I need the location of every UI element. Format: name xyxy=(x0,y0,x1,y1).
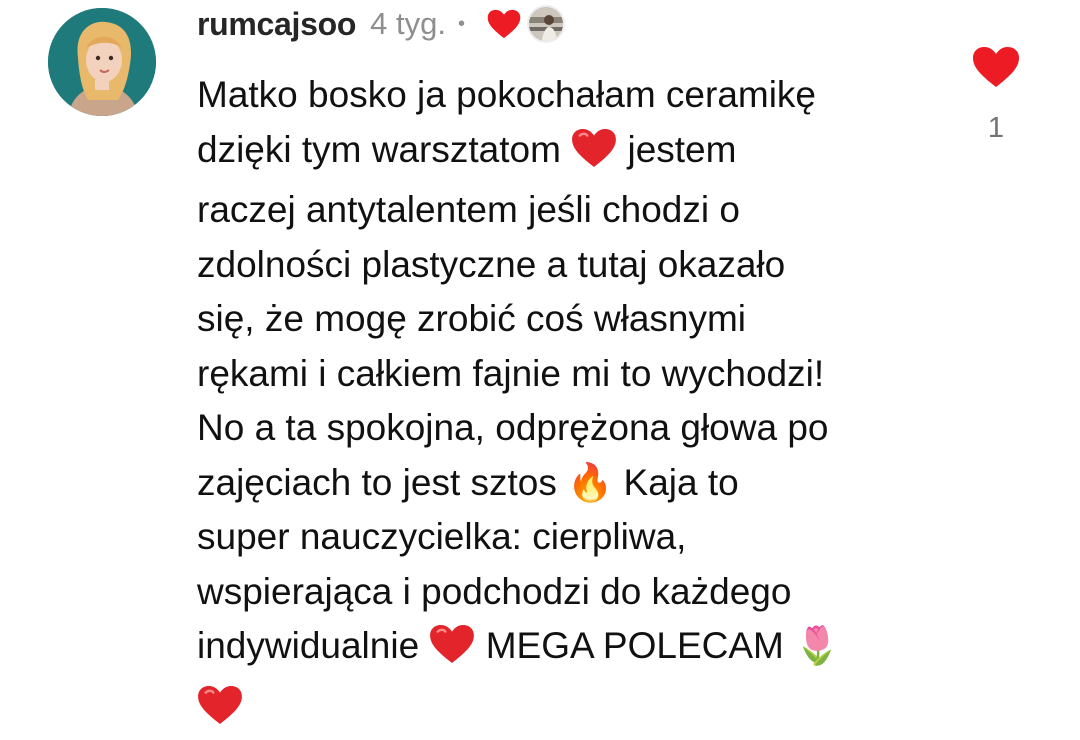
like-heart-icon[interactable] xyxy=(972,46,1020,88)
creator-avatar xyxy=(527,5,565,43)
red-heart-emoji xyxy=(197,685,243,740)
username[interactable]: rumcajsoo xyxy=(197,6,356,43)
separator-dot: • xyxy=(458,13,465,36)
comment-time: 4 tyg. xyxy=(370,6,446,42)
comment-text-part: MEGA POLECAM 🌷 xyxy=(475,625,840,666)
comment-text: Matko bosko ja pokochałam ceramikę dzięk… xyxy=(197,68,957,740)
avatar-portrait xyxy=(48,8,156,116)
red-heart-emoji xyxy=(429,624,475,680)
creator-liked-heart-icon xyxy=(487,9,521,39)
comment-header: rumcajsoo 4 tyg. • xyxy=(197,2,565,46)
comment-text-part: jestem raczej antytalentem jeśli chodzi … xyxy=(197,129,829,667)
red-heart-emoji xyxy=(571,128,617,184)
user-avatar[interactable] xyxy=(48,8,156,116)
like-count[interactable]: 1 xyxy=(970,112,1022,145)
